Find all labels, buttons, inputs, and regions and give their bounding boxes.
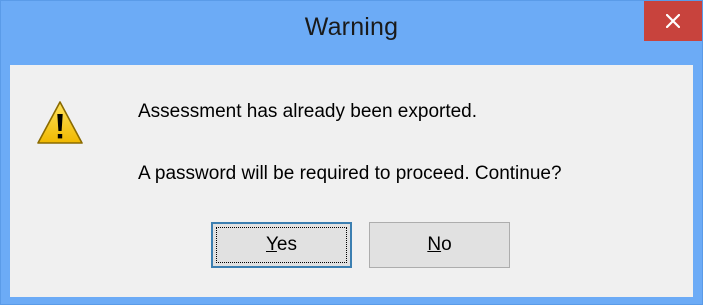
no-button-label: No [427,234,451,256]
message-line-2: A password will be required to proceed. … [138,163,562,184]
warning-dialog: Warning Assessment has already been expo… [0,0,703,305]
yes-button[interactable]: Yes [211,222,352,268]
no-button[interactable]: No [369,222,510,268]
window-title: Warning [304,13,399,41]
yes-mnemonic: Y [265,234,277,255]
no-label-rest: o [441,234,452,255]
no-mnemonic: N [427,234,442,255]
close-button[interactable] [644,1,702,41]
title-bar[interactable]: Warning [1,1,702,65]
close-icon [666,14,680,28]
warning-icon [37,101,83,144]
dialog-body: Assessment has already been exported. A … [10,65,693,297]
yes-label-rest: es [276,234,297,255]
yes-button-label: Yes [266,234,297,256]
message-line-1: Assessment has already been exported. [138,101,478,122]
